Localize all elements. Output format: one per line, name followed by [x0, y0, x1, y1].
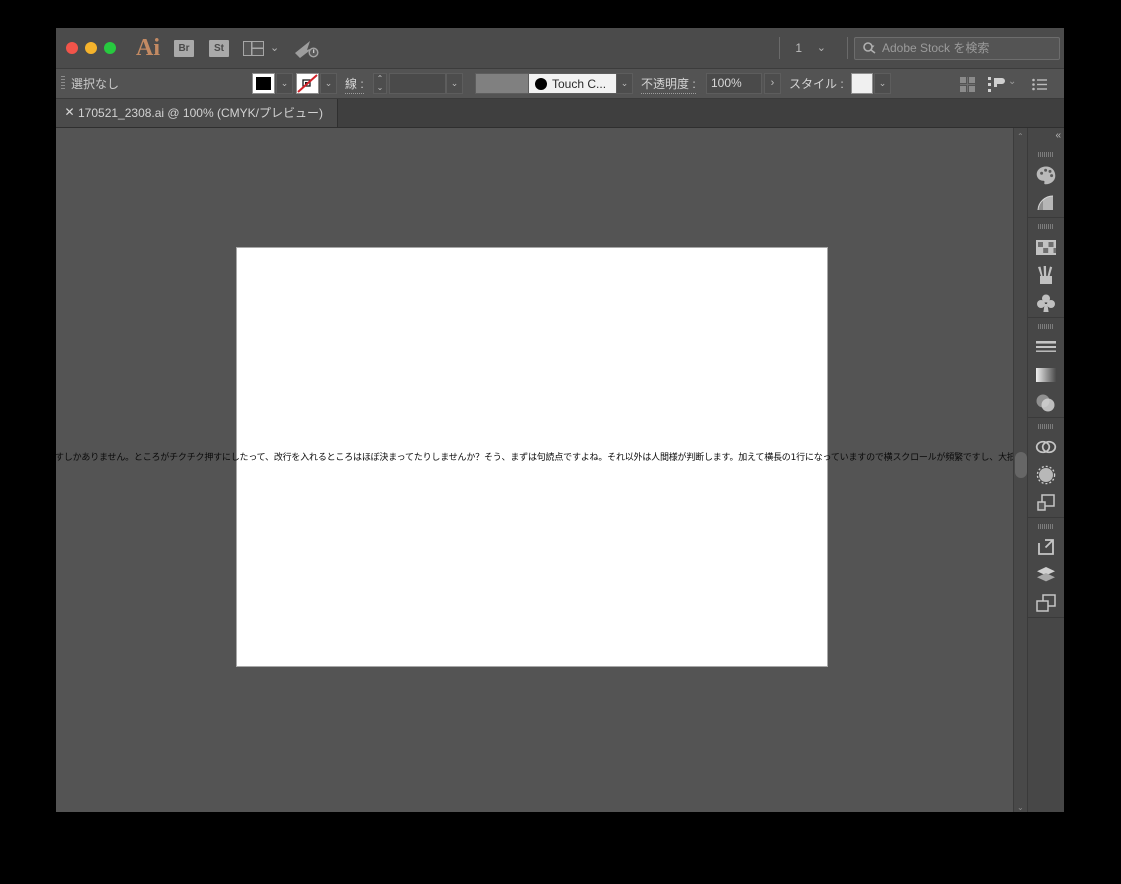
control-bar-grip[interactable]: [61, 76, 65, 91]
arrange-documents-icon[interactable]: [243, 41, 264, 56]
transparency-panel-icon[interactable]: [1028, 389, 1064, 417]
stroke-color-swatch[interactable]: [296, 73, 319, 94]
control-bar: 選択なし ⌄ ⌄ 線 : ⌃⌄ ⌄ ⌄ Touch C... ⌄ 不透明度 : …: [56, 69, 1064, 99]
opacity-expand-button[interactable]: ›: [764, 73, 781, 94]
transform-chevron-down-icon[interactable]: ⌄: [1008, 76, 1016, 87]
graphic-style-swatch[interactable]: [851, 73, 873, 94]
graphic-style-chevron-down-icon[interactable]: ⌄: [874, 73, 891, 94]
arrange-chevron-down-icon[interactable]: ⌄: [270, 41, 279, 54]
titlebar-divider-right: [847, 37, 848, 59]
stroke-weight-input[interactable]: [389, 73, 446, 94]
stroke-weight-stepper[interactable]: ⌃ ⌄: [373, 73, 387, 94]
illustrator-window: Ai Br St ⌄ 1 ⌄ Adobe Stock を検索 選択なし ⌄ ⌄ …: [56, 28, 1064, 812]
creative-cloud-icon[interactable]: [294, 39, 320, 59]
artboard-chevron-down-icon[interactable]: ⌄: [817, 41, 826, 54]
touch-type-label: Touch C...: [552, 77, 607, 91]
fill-chevron-down-icon[interactable]: ⌄: [276, 73, 293, 94]
title-bar: Ai Br St ⌄ 1 ⌄ Adobe Stock を検索: [56, 28, 1064, 69]
adobe-stock-search-input[interactable]: Adobe Stock を検索: [854, 37, 1060, 60]
transform-icon[interactable]: [988, 77, 1005, 92]
fill-color-inner: [256, 77, 271, 90]
align-icon[interactable]: [960, 77, 976, 92]
dock-group-layers: [1028, 518, 1064, 618]
illustrator-logo: Ai: [136, 35, 160, 61]
gradient-panel-icon[interactable]: [1028, 361, 1064, 389]
document-tab-bar: 170521_2308.ai @ 100% (CMYK/プレビュー) ✕: [56, 99, 1064, 128]
document-tab[interactable]: 170521_2308.ai @ 100% (CMYK/プレビュー): [56, 99, 338, 127]
dock-collapse-icon[interactable]: «: [1055, 130, 1060, 141]
layers-panel-icon[interactable]: [1028, 561, 1064, 589]
scroll-down-icon[interactable]: ⌄: [1017, 803, 1024, 812]
artboard-text-object[interactable]: すしかありません。ところがチクチク押すにしたって、改行を入れるところはほぼ決まっ…: [56, 450, 1028, 466]
canvas-area[interactable]: すしかありません。ところがチクチク押すにしたって、改行を入れるところはほぼ決まっ…: [56, 128, 1028, 812]
brushes-panel-icon[interactable]: [1028, 261, 1064, 289]
dock-grip[interactable]: [1038, 424, 1054, 429]
stroke-panel-icon[interactable]: [1028, 333, 1064, 361]
window-maximize-button[interactable]: [104, 42, 116, 54]
window-minimize-button[interactable]: [85, 42, 97, 54]
dock-group-color: [1028, 146, 1064, 218]
scroll-up-icon[interactable]: ⌃: [1017, 132, 1024, 141]
appearance-panel-icon[interactable]: [1028, 433, 1064, 461]
dock-grip[interactable]: [1038, 152, 1054, 157]
graphic-styles-panel-icon[interactable]: [1028, 461, 1064, 489]
dock-grip[interactable]: [1038, 224, 1054, 229]
vertical-scroll-thumb[interactable]: [1015, 452, 1027, 478]
dock-group-appearance: [1028, 418, 1064, 518]
close-icon[interactable]: ✕: [64, 106, 75, 118]
dock-grip[interactable]: [1038, 324, 1054, 329]
swatches-panel-icon[interactable]: [1028, 233, 1064, 261]
asset-export-panel-icon[interactable]: [1028, 533, 1064, 561]
stroke-weight-label: 線 :: [345, 76, 364, 94]
vertical-scrollbar[interactable]: ⌃ ⌄: [1013, 128, 1028, 812]
artboards-panel-icon[interactable]: [1028, 589, 1064, 617]
workspace-body: すしかありません。ところがチクチク押すにしたって、改行を入れるところはほぼ決まっ…: [56, 128, 1064, 812]
artboard-number-display: 1: [795, 41, 802, 55]
stroke-chevron-down-icon[interactable]: ⌄: [320, 73, 337, 94]
touch-type-chevron-down-icon[interactable]: ⌄: [616, 73, 633, 94]
symbols-panel-icon[interactable]: [1028, 289, 1064, 317]
touch-type-dot-icon: [535, 78, 547, 90]
panel-menu-icon[interactable]: [1032, 77, 1047, 92]
stroke-weight-chevron-down-icon[interactable]: ⌄: [446, 73, 463, 94]
opacity-label: 不透明度 :: [641, 76, 696, 94]
stock-launch-button[interactable]: St: [209, 40, 229, 57]
titlebar-divider-left: [779, 37, 780, 59]
search-icon: [862, 41, 877, 56]
color-panel-icon[interactable]: [1028, 161, 1064, 189]
window-close-button[interactable]: [66, 42, 78, 54]
graphic-style-label: スタイル :: [789, 77, 844, 91]
panel-dock: «: [1027, 128, 1064, 812]
pathfinder-panel-icon[interactable]: [1028, 489, 1064, 517]
color-guide-panel-icon[interactable]: [1028, 189, 1064, 217]
bridge-launch-button[interactable]: Br: [174, 40, 194, 57]
dock-group-stroke: [1028, 318, 1064, 418]
selection-status-label: 選択なし: [71, 77, 120, 91]
dock-grip[interactable]: [1038, 524, 1054, 529]
dock-group-swatches: [1028, 218, 1064, 318]
opacity-input[interactable]: 100%: [706, 73, 762, 94]
adobe-stock-search-placeholder: Adobe Stock を検索: [882, 41, 990, 55]
